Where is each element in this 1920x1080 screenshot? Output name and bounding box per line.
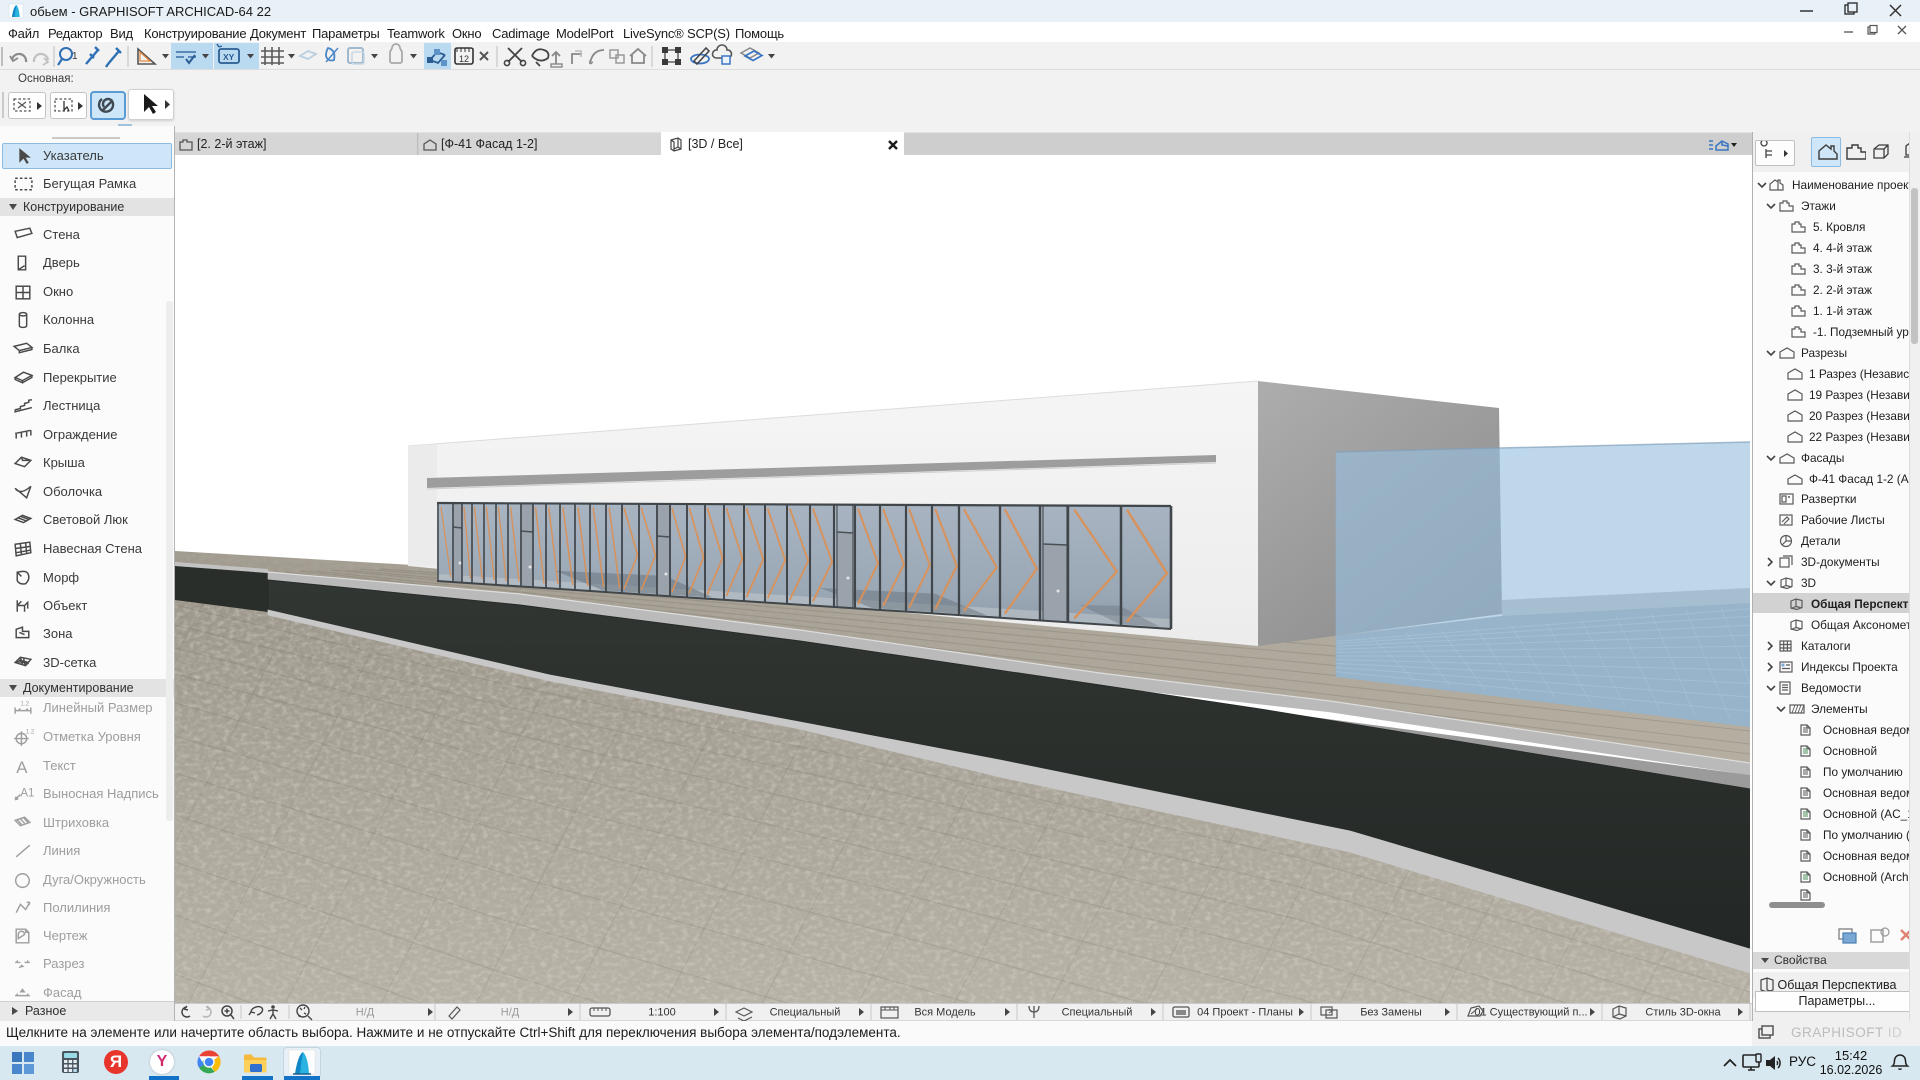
svg-text:A1: A1 — [20, 788, 34, 800]
svg-text:Основная ведомо: Основная ведомо — [1823, 849, 1910, 863]
svg-text:22 Разрез (Независи: 22 Разрез (Независи — [1809, 430, 1910, 444]
svg-text:Основной: Основной — [1823, 744, 1877, 758]
svg-text:Разрезы: Разрезы — [1801, 346, 1847, 360]
svg-text:Без Замены: Без Замены — [1360, 1007, 1422, 1019]
svg-text:Специальный: Специальный — [770, 1007, 841, 1019]
svg-text:Индексы Проекта: Индексы Проекта — [1801, 660, 1898, 674]
svg-text:20 Разрез (Независи: 20 Разрез (Независи — [1809, 409, 1910, 423]
svg-text:2. 2-й этаж: 2. 2-й этаж — [1813, 283, 1872, 297]
svg-text:Н/Д: Н/Д — [501, 1007, 520, 1019]
svg-text:Вся Модель: Вся Модель — [914, 1007, 976, 1019]
svg-text:1: 1 — [72, 51, 78, 62]
svg-text:По умолчанию (АС: По умолчанию (АС — [1823, 828, 1910, 842]
svg-text:Рабочие Листы: Рабочие Листы — [1801, 513, 1885, 527]
svg-text:Наименование проекта: Наименование проекта — [1792, 178, 1910, 192]
svg-text:1 Разрез (Независим: 1 Разрез (Независим — [1809, 367, 1910, 381]
svg-text:04 Проект - Планы: 04 Проект - Планы — [1197, 1007, 1293, 1019]
svg-text:Основная ведомо: Основная ведомо — [1823, 786, 1910, 800]
svg-text:Каталоги: Каталоги — [1801, 639, 1850, 653]
svg-text:4. 4-й этаж: 4. 4-й этаж — [1813, 241, 1872, 255]
svg-text:Специальный: Специальный — [1062, 1007, 1133, 1019]
svg-text:Основная ведомо: Основная ведомо — [1823, 723, 1910, 737]
svg-text:Развертки: Развертки — [1801, 492, 1856, 506]
svg-text:XY: XY — [223, 52, 235, 62]
svg-text:3D: 3D — [1801, 576, 1816, 590]
svg-text:A: A — [16, 758, 28, 776]
svg-text:1. 1-й этаж: 1. 1-й этаж — [1813, 304, 1872, 318]
svg-text:Фасады: Фасады — [1801, 451, 1844, 465]
svg-text:Элементы: Элементы — [1811, 702, 1868, 716]
svg-text:-1. Подземный уров: -1. Подземный уров — [1813, 325, 1910, 339]
svg-text:3. 3-й этаж: 3. 3-й этаж — [1813, 262, 1872, 276]
svg-text:Общая Перспектива: Общая Перспектива — [1811, 597, 1910, 611]
svg-text:12: 12 — [459, 54, 469, 64]
svg-text:19 Разрез (Независи: 19 Разрез (Независи — [1809, 388, 1910, 402]
svg-text:По умолчанию: По умолчанию — [1823, 765, 1903, 779]
svg-text:Этажи: Этажи — [1801, 199, 1836, 213]
svg-text:Общая Аксонометри: Общая Аксонометри — [1811, 618, 1910, 632]
svg-text:1:100: 1:100 — [648, 1007, 676, 1019]
svg-text:1.2: 1.2 — [26, 728, 34, 735]
svg-text:5. Кровля: 5. Кровля — [1813, 220, 1865, 234]
svg-text:Ф-41 Фасад 1-2 (Авт: Ф-41 Фасад 1-2 (Авт — [1809, 472, 1910, 486]
svg-text:Ведомости: Ведомости — [1801, 681, 1861, 695]
svg-text:3D-документы: 3D-документы — [1801, 555, 1880, 569]
svg-text:Детали: Детали — [1801, 534, 1840, 548]
svg-text:Н/Д: Н/Д — [356, 1007, 375, 1019]
svg-text:01 Существующий п...: 01 Существующий п... — [1474, 1007, 1587, 1019]
svg-text:Основной (AC_11_I: Основной (AC_11_I — [1823, 807, 1910, 821]
svg-text:1.2: 1.2 — [20, 700, 29, 707]
svg-text:Стиль 3D-окна: Стиль 3D-окна — [1645, 1007, 1721, 1019]
svg-text:Основной (ArchiTe: Основной (ArchiTe — [1823, 870, 1910, 884]
